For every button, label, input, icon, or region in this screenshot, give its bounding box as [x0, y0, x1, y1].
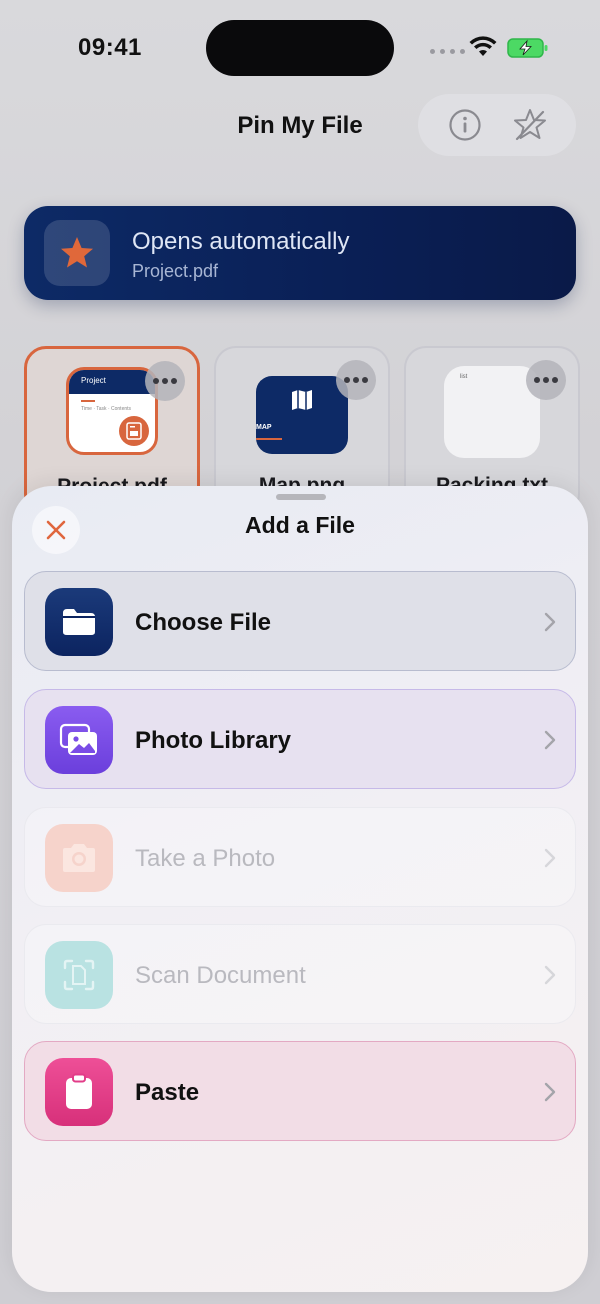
option-label: Choose File	[135, 609, 272, 636]
scan-icon-tile	[45, 941, 113, 1009]
choose-file-option[interactable]: Choose File	[24, 571, 576, 671]
cellular-signal-icon	[430, 49, 465, 54]
battery-charging-icon	[507, 38, 548, 58]
take-photo-option[interactable]: Take a Photo	[24, 807, 576, 907]
chevron-right-icon	[544, 612, 556, 632]
camera-icon	[63, 844, 95, 872]
info-button[interactable]	[445, 105, 485, 145]
folder-icon-tile	[45, 588, 113, 656]
clipboard-icon	[66, 1073, 92, 1109]
photos-icon-tile	[45, 706, 113, 774]
more-button[interactable]	[336, 360, 376, 400]
chevron-right-icon	[544, 1082, 556, 1102]
option-label: Photo Library	[135, 727, 292, 754]
status-time: 09:41	[78, 34, 142, 61]
photos-icon	[59, 723, 97, 755]
folder-icon	[63, 609, 95, 635]
star-icon	[61, 237, 93, 268]
wifi-icon	[469, 36, 497, 56]
more-button[interactable]	[145, 361, 185, 401]
thumbnail-label: MAP	[256, 424, 272, 431]
scan-document-icon	[63, 959, 95, 991]
option-label: Scan Document	[135, 962, 306, 989]
nav-actions	[418, 94, 576, 156]
option-label: Take a Photo	[135, 845, 276, 872]
banner-title: Opens automatically	[132, 228, 350, 255]
chevron-right-icon	[544, 730, 556, 750]
pdf-badge-icon	[119, 416, 149, 446]
sheet-title: Add a File	[245, 512, 355, 538]
file-thumbnail: MAP	[256, 376, 348, 454]
map-icon	[292, 390, 312, 410]
info-icon	[448, 109, 481, 141]
scan-document-option[interactable]: Scan Document	[24, 924, 576, 1024]
more-button[interactable]	[526, 360, 566, 400]
camera-icon-tile	[45, 824, 113, 892]
paste-option[interactable]: Paste	[24, 1041, 576, 1141]
banner-icon-tile	[44, 220, 110, 286]
thumbnail-text: Time · Task · Contents	[81, 406, 132, 412]
auto-open-banner[interactable]: Opens automatically Project.pdf	[24, 206, 576, 300]
photo-library-option[interactable]: Photo Library	[24, 689, 576, 789]
chevron-right-icon	[544, 965, 556, 985]
dynamic-island	[206, 20, 394, 76]
add-file-sheet: Add a File Choose File Photo Library Tak…	[12, 486, 588, 1292]
thumbnail-title: Project	[81, 376, 106, 385]
pin-button[interactable]	[510, 105, 550, 145]
pin-star-icon	[513, 109, 546, 141]
clipboard-icon-tile	[45, 1058, 113, 1126]
banner-subtitle: Project.pdf	[132, 261, 219, 281]
thumbnail-text: list	[460, 374, 468, 380]
sheet-grabber[interactable]	[276, 494, 326, 500]
option-label: Paste	[135, 1079, 200, 1106]
status-bar: 09:41	[0, 0, 600, 96]
chevron-right-icon	[544, 848, 556, 868]
